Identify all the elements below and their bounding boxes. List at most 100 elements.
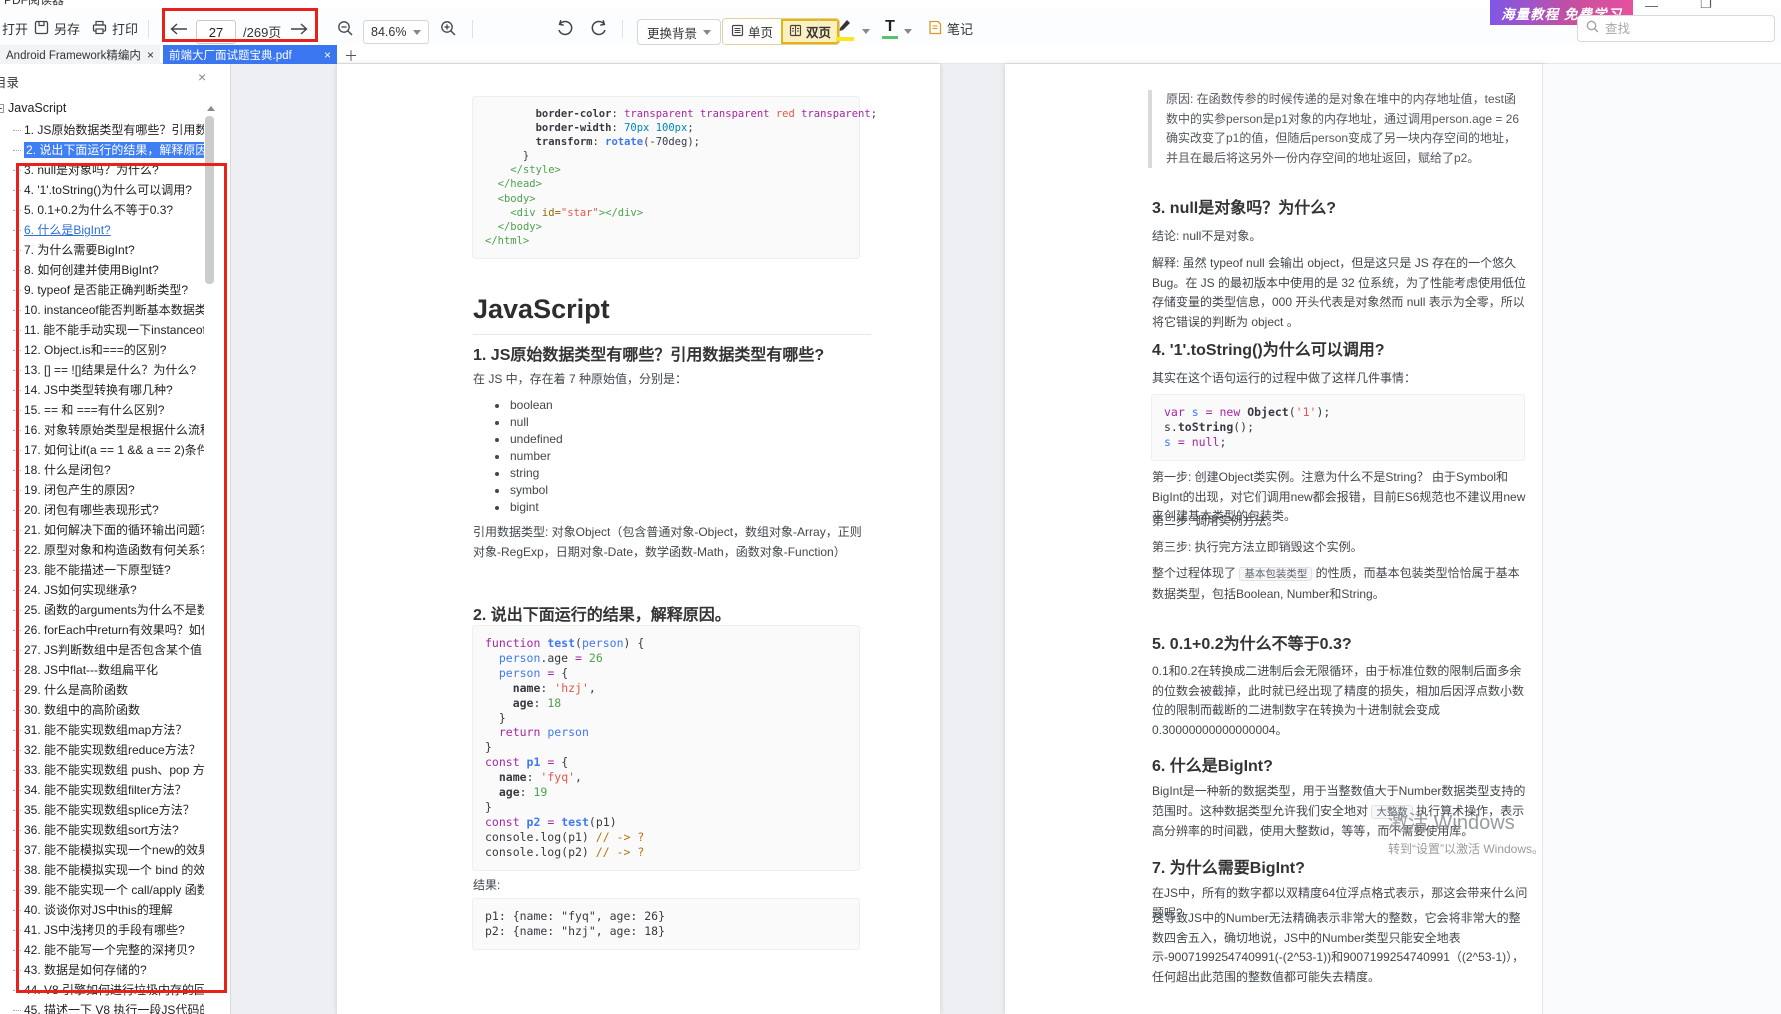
maximize-button[interactable]: ❐: [1700, 0, 1712, 10]
question-4-summary: 整个过程体现了 基本包装类型 的性质，而基本包装类型恰恰属于基本数据类型，包括B…: [1152, 564, 1530, 604]
notes-button[interactable]: 笔记: [928, 19, 973, 38]
print-button[interactable]: 打印: [92, 19, 138, 38]
toc-item[interactable]: 37. 能不能模拟实现一个new的效果?: [0, 840, 204, 860]
single-page-button[interactable]: 单页: [723, 19, 781, 44]
change-background-button[interactable]: 更换背景: [637, 19, 721, 45]
question-1-ref-types: 引用数据类型: 对象Object（包含普通对象-Object，数组对象-Arra…: [473, 523, 873, 562]
toc-item[interactable]: 6. 什么是BigInt?: [0, 220, 204, 240]
toc-item[interactable]: 18. 什么是闭包?: [0, 460, 204, 480]
toc-item[interactable]: 3. null是对象吗？为什么?: [0, 160, 204, 180]
toc-root-javascript[interactable]: JavaScript: [0, 101, 66, 115]
toolbar-divider: [622, 20, 623, 38]
tab-label: Android Framework精编内核解: [6, 47, 141, 63]
toc-item[interactable]: 7. 为什么需要BigInt?: [0, 240, 204, 260]
toc-item[interactable]: 34. 能不能实现数组filter方法？: [0, 780, 204, 800]
toc-item[interactable]: 21. 如何解决下面的循环输出问题?: [0, 520, 204, 540]
search-input[interactable]: [1605, 22, 1745, 36]
search-box[interactable]: [1577, 15, 1775, 42]
toc-item[interactable]: 41. JS中浅拷贝的手段有哪些?: [0, 920, 204, 940]
list-item: number: [493, 448, 563, 465]
next-page-button[interactable]: [290, 22, 308, 40]
toc-item[interactable]: 12. Object.is和===的区别?: [0, 340, 204, 360]
toc-item[interactable]: 10. instanceof能否判断基本数据类型: [0, 300, 204, 320]
toc-item[interactable]: 39. 能不能实现一个 call/apply 函数?: [0, 880, 204, 900]
chevron-down-icon[interactable]: [904, 29, 912, 34]
toc-item[interactable]: 17. 如何让if(a == 1 && a == 2)条件: [0, 440, 204, 460]
toc-item[interactable]: 29. 什么是高阶函数: [0, 680, 204, 700]
tab-label: 前端大厂面试题宝典.pdf: [169, 47, 292, 63]
close-icon[interactable]: ×: [318, 48, 331, 62]
toc-item[interactable]: 4. '1'.toString()为什么可以调用?: [0, 180, 204, 200]
toc-item[interactable]: 24. JS如何实现继承?: [0, 580, 204, 600]
minimize-button[interactable]: —: [1645, 0, 1658, 10]
highlighter-button[interactable]: [836, 18, 854, 41]
list-item: undefined: [493, 431, 563, 448]
toc-item[interactable]: 16. 对象转原始类型是根据什么流程运: [0, 420, 204, 440]
undo-button[interactable]: [556, 19, 574, 37]
toc-item[interactable]: 32. 能不能实现数组reduce方法？: [0, 740, 204, 760]
sidebar-scrollbar[interactable]: [205, 116, 214, 284]
scroll-up-icon[interactable]: [207, 106, 215, 111]
collapse-icon[interactable]: [0, 104, 4, 113]
chevron-down-icon[interactable]: [862, 29, 870, 34]
underline-text-button[interactable]: T: [882, 20, 898, 39]
page-number-input[interactable]: [196, 20, 236, 44]
toc-item[interactable]: 25. 函数的arguments为什么不是数组: [0, 600, 204, 620]
windows-activation-watermark: 激活 Windows 转到“设置”以激活 Windows。: [1388, 806, 1544, 857]
toc-item[interactable]: 44. V8 引擎如何进行垃圾内存的回收?: [0, 980, 204, 1000]
toc-item[interactable]: 42. 能不能写一个完整的深拷贝?: [0, 940, 204, 960]
toc-item[interactable]: 8. 如何创建并使用BigInt?: [0, 260, 204, 280]
toc-item[interactable]: 27. JS判断数组中是否包含某个值: [0, 640, 204, 660]
new-tab-button[interactable]: ＋: [344, 46, 358, 66]
double-page-button[interactable]: 双页: [781, 19, 839, 44]
notes-label: 笔记: [947, 19, 973, 38]
toc-item[interactable]: 30. 数组中的高阶函数: [0, 700, 204, 720]
tab-frontend-interview[interactable]: 前端大厂面试题宝典.pdf ×: [163, 45, 337, 64]
open-button[interactable]: 打开: [2, 19, 28, 38]
toc-item[interactable]: 2. 说出下面运行的结果，解释原因。: [0, 140, 204, 160]
toc-item[interactable]: 28. JS中flat---数组扁平化: [0, 660, 204, 680]
toc-item[interactable]: 38. 能不能模拟实现一个 bind 的效果: [0, 860, 204, 880]
question-1-heading: 1. JS原始数据类型有哪些？引用数据类型有哪些?: [473, 341, 824, 365]
highlighter-icon: [836, 18, 854, 41]
toc-item[interactable]: 13. [] == ![]结果是什么？为什么?: [0, 360, 204, 380]
toc-item[interactable]: 45. 描述一下 V8 执行一段JS代码的过: [0, 1000, 204, 1014]
text-tool-icon: T: [885, 20, 895, 34]
close-icon[interactable]: ×: [141, 48, 154, 62]
toc-item[interactable]: 5. 0.1+0.2为什么不等于0.3?: [0, 200, 204, 220]
toc-item[interactable]: 26. forEach中return有效果吗？如何中: [0, 620, 204, 640]
close-icon[interactable]: ×: [198, 69, 206, 85]
toc-item[interactable]: 33. 能不能实现数组 push、pop 方法: [0, 760, 204, 780]
toc-item[interactable]: 35. 能不能实现数组splice方法？: [0, 800, 204, 820]
result-label: 结果:: [473, 876, 500, 896]
toc-item[interactable]: 20. 闭包有哪些表现形式?: [0, 500, 204, 520]
question-2-heading: 2. 说出下面运行的结果，解释原因。: [473, 601, 731, 625]
page-mode-toggle: 单页 双页: [722, 18, 840, 45]
pdf-page-right: 原因: 在函数传参的时候传递的是对象在堆中的内存地址值，test函数中的实参pe…: [1005, 64, 1545, 1014]
print-label: 打印: [112, 19, 138, 38]
toc-item[interactable]: 1. JS原始数据类型有哪些？引用数据类: [0, 120, 204, 140]
toc-item[interactable]: 43. 数据是如何存储的?: [0, 960, 204, 980]
toc-item[interactable]: 36. 能不能实现数组sort方法?: [0, 820, 204, 840]
toc-item[interactable]: 19. 闭包产生的原因?: [0, 480, 204, 500]
toc-item[interactable]: 11. 能不能手动实现一下instanceof的: [0, 320, 204, 340]
toc-item[interactable]: 31. 能不能实现数组map方法？: [0, 720, 204, 740]
zoom-out-button[interactable]: [337, 20, 354, 37]
toc-item[interactable]: 40. 谈谈你对JS中this的理解: [0, 900, 204, 920]
question-1-intro: 在 JS 中，存在着 7 种原始值，分别是：: [473, 370, 873, 390]
primitive-type-list: booleannullundefinednumberstringsymbolbi…: [493, 397, 563, 516]
toc-item[interactable]: 22. 原型对象和构造函数有何关系?: [0, 540, 204, 560]
zoom-level-select[interactable]: 84.6%: [363, 20, 429, 44]
toc-item[interactable]: 9. typeof 是否能正确判断类型?: [0, 280, 204, 300]
reason-blockquote: 原因: 在函数传参的时候传递的是对象在堆中的内存地址值，test函数中的实参pe…: [1148, 90, 1526, 168]
toc-item[interactable]: 14. JS中类型转换有哪几种?: [0, 380, 204, 400]
zoom-in-button[interactable]: [440, 20, 457, 37]
toc-item[interactable]: 23. 能不能描述一下原型链?: [0, 560, 204, 580]
code-block-test-function: function test(person) { person.age = 26 …: [472, 625, 860, 871]
toc-item[interactable]: 15. == 和 ===有什么区别?: [0, 400, 204, 420]
tab-android-framework[interactable]: Android Framework精编内核解 ×: [0, 45, 160, 64]
redo-button[interactable]: [590, 19, 608, 37]
save-icon: [34, 20, 49, 38]
save-as-button[interactable]: 另存: [34, 19, 80, 38]
prev-page-button[interactable]: [170, 22, 188, 40]
